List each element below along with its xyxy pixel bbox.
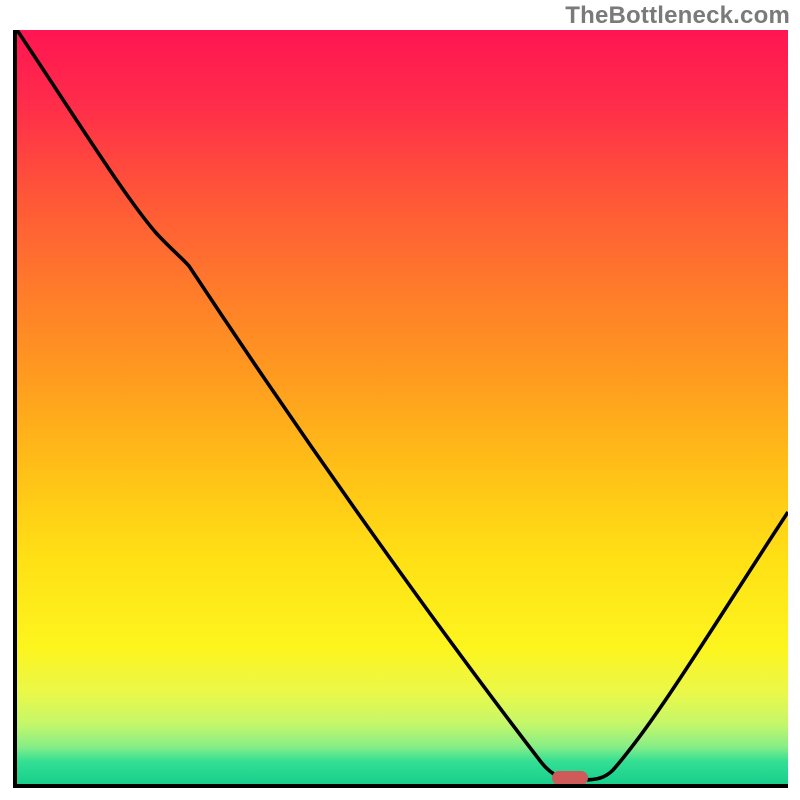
chart-container: TheBottleneck.com [0, 0, 800, 800]
curve-svg [17, 30, 788, 784]
marker-pill [552, 771, 588, 785]
main-curve [17, 30, 788, 780]
plot-area [13, 30, 788, 788]
watermark-label: TheBottleneck.com [565, 2, 790, 30]
